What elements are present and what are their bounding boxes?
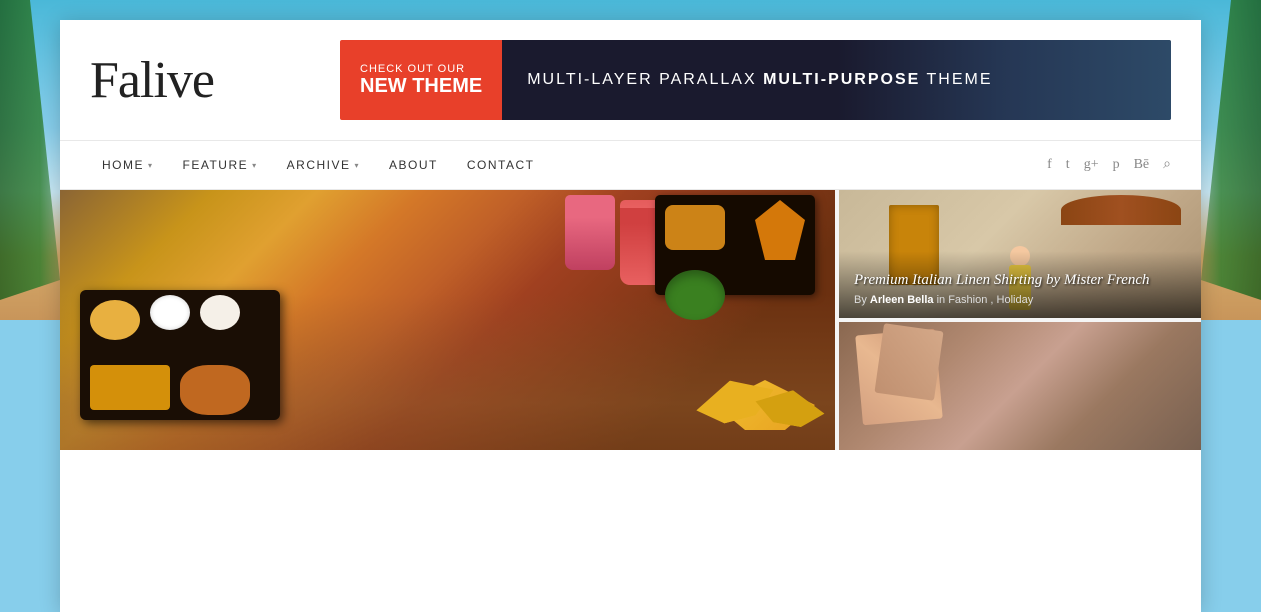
banner-left: CHECK OUT OUR NEW THEME: [340, 40, 502, 120]
side-post-1-category2[interactable]: Holiday: [997, 294, 1034, 306]
main-container: Falive CHECK OUT OUR NEW THEME MULTI-LAY…: [60, 20, 1201, 612]
site-logo[interactable]: Falive: [90, 51, 310, 110]
nav-item-about[interactable]: ABOUT: [377, 140, 450, 190]
facebook-icon[interactable]: f: [1047, 157, 1052, 173]
side-post-2-image: [839, 322, 1201, 450]
banner-right-text: MULTI-LAYER PARALLAX MULTI-PURPOSE THEME: [527, 71, 992, 89]
chips-pile: [695, 360, 825, 430]
nav-item-home[interactable]: HOME ▾: [90, 140, 166, 190]
food-plate-dark: [80, 290, 280, 420]
in-label: in: [937, 294, 949, 306]
side-post-1-overlay: Premium Italian Linen Shirting by Mister…: [839, 251, 1201, 319]
nav-item-contact[interactable]: CONTACT: [455, 140, 547, 190]
banner-text-normal: MULTI-LAYER PARALLAX: [527, 71, 763, 88]
side-posts-column: Premium Italian Linen Shirting by Mister…: [839, 190, 1201, 450]
main-post-image: [60, 190, 835, 450]
banner-ad[interactable]: CHECK OUT OUR NEW THEME MULTI-LAYER PARA…: [340, 40, 1171, 120]
main-post[interactable]: [60, 190, 835, 450]
berry-drink: [565, 195, 615, 270]
chevron-down-icon: ▾: [148, 161, 154, 170]
content-area: Premium Italian Linen Shirting by Mister…: [60, 190, 1201, 450]
googleplus-icon[interactable]: g+: [1084, 157, 1099, 173]
side-post-1-category1[interactable]: Fashion: [948, 294, 987, 306]
pinterest-icon[interactable]: p: [1113, 157, 1120, 173]
side-post-1-title: Premium Italian Linen Shirting by Mister…: [854, 271, 1186, 291]
banner-bottom-text: NEW THEME: [360, 75, 482, 97]
banner-top-text: CHECK OUT OUR: [360, 63, 482, 75]
banner-right: MULTI-LAYER PARALLAX MULTI-PURPOSE THEME: [502, 40, 1171, 120]
navigation: HOME ▾ FEATURE ▾ ARCHIVE ▾ ABOUT CONTACT…: [60, 140, 1201, 190]
chevron-down-icon: ▾: [355, 161, 361, 170]
search-icon[interactable]: ⌕: [1163, 157, 1171, 173]
nav-left: HOME ▾ FEATURE ▾ ARCHIVE ▾ ABOUT CONTACT: [90, 140, 546, 190]
twitter-icon[interactable]: t: [1066, 157, 1070, 173]
by-label: By: [854, 294, 870, 306]
side-post-1[interactable]: Premium Italian Linen Shirting by Mister…: [839, 190, 1201, 318]
header: Falive CHECK OUT OUR NEW THEME MULTI-LAY…: [60, 20, 1201, 140]
chevron-down-icon: ▾: [252, 161, 258, 170]
nav-item-feature[interactable]: FEATURE ▾: [171, 140, 270, 190]
banner-text-end: THEME: [920, 71, 992, 88]
nav-social-icons: f t g+ p Bē ⌕: [1047, 157, 1171, 173]
side-post-2[interactable]: [839, 322, 1201, 450]
side-post-1-author[interactable]: Arleen Bella: [870, 294, 934, 306]
side-post-1-meta: By Arleen Bella in Fashion , Holiday: [854, 294, 1186, 306]
nav-item-archive[interactable]: ARCHIVE ▾: [275, 140, 372, 190]
guacamole-bowl: [665, 270, 725, 320]
behance-icon[interactable]: Bē: [1134, 157, 1150, 173]
banner-text-bold: MULTI-PURPOSE: [763, 71, 920, 88]
